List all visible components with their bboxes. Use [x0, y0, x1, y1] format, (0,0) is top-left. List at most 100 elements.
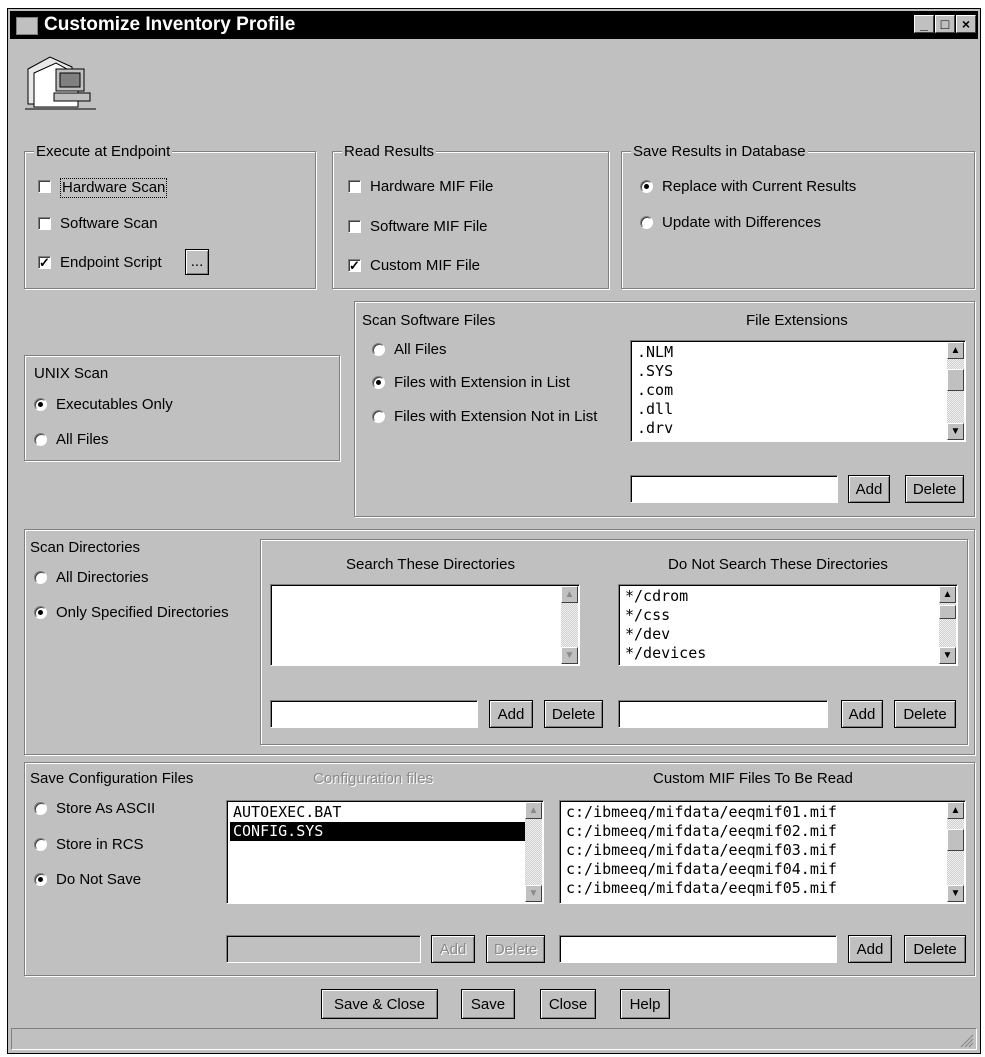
exclude-directory-item[interactable]: */cdrom — [622, 587, 709, 606]
add-extension-button[interactable]: Add — [848, 475, 890, 503]
endpoint-script-browse-button[interactable]: ... — [185, 249, 209, 275]
save-and-close-button[interactable]: Save & Close — [321, 989, 438, 1019]
replace-results-radio[interactable] — [640, 180, 653, 193]
save-results-title: Save Results in Database — [631, 143, 808, 160]
help-button[interactable]: Help — [620, 989, 670, 1019]
configuration-files-list[interactable]: AUTOEXEC.BAT CONFIG.SYS ▲ ▼ — [226, 800, 544, 904]
exclude-directory-item[interactable]: */css — [622, 606, 709, 625]
read-results-title: Read Results — [342, 143, 437, 160]
hardware-mif-label[interactable]: Hardware MIF File — [370, 178, 493, 196]
file-extensions-list[interactable]: .NLM .SYS .com .dll .drv ▲ ▼ — [630, 340, 966, 442]
update-differences-label[interactable]: Update with Differences — [662, 214, 821, 232]
resize-grip-icon[interactable] — [958, 1032, 974, 1048]
store-in-rcs-label[interactable]: Store in RCS — [56, 836, 144, 854]
save-button[interactable]: Save — [461, 989, 515, 1019]
custom-mif-file-input[interactable] — [559, 935, 837, 963]
scroll-up-arrow-icon[interactable]: ▲ — [947, 802, 964, 819]
software-mif-checkbox[interactable] — [348, 220, 361, 233]
custom-mif-files-scrollbar[interactable]: ▲ ▼ — [947, 802, 964, 902]
search-directory-input[interactable] — [270, 700, 478, 728]
update-differences-radio[interactable] — [640, 216, 653, 229]
close-window-button[interactable]: × — [956, 15, 976, 33]
unix-all-files-label[interactable]: All Files — [56, 431, 109, 449]
configuration-files-scrollbar[interactable]: ▲ ▼ — [525, 802, 542, 902]
delete-search-directory-button[interactable]: Delete — [544, 700, 603, 728]
do-not-save-radio[interactable] — [34, 873, 47, 886]
replace-results-label[interactable]: Replace with Current Results — [662, 178, 856, 196]
exclude-directory-input[interactable] — [618, 700, 828, 728]
exclude-directories-list[interactable]: */cdrom */css */dev */devices ▲ ▼ — [618, 584, 958, 666]
extension-list-item[interactable]: .drv — [634, 419, 676, 438]
file-extensions-scrollbar[interactable]: ▲ ▼ — [947, 342, 964, 440]
exclude-directory-item[interactable]: */devices — [622, 644, 709, 663]
delete-extension-button[interactable]: Delete — [905, 475, 964, 503]
custom-mif-file-item[interactable]: c:/ibmeeq/mifdata/eeqmif03.mif — [563, 841, 840, 860]
software-scan-checkbox[interactable] — [38, 217, 51, 230]
all-directories-label[interactable]: All Directories — [56, 569, 149, 587]
extension-list-item[interactable]: .SYS — [634, 362, 676, 381]
store-in-rcs-radio[interactable] — [34, 838, 47, 851]
add-search-directory-button[interactable]: Add — [489, 700, 533, 728]
endpoint-script-checkbox[interactable]: ✓ — [38, 256, 51, 269]
scroll-thumb[interactable] — [939, 605, 956, 619]
software-scan-label[interactable]: Software Scan — [60, 215, 158, 233]
exclude-directory-item[interactable]: */dev — [622, 625, 709, 644]
scroll-down-arrow-icon[interactable]: ▼ — [947, 423, 964, 440]
all-directories-radio[interactable] — [34, 571, 47, 584]
store-as-ascii-radio[interactable] — [34, 802, 47, 815]
minimize-button[interactable]: _ — [914, 15, 934, 33]
search-directories-header: Search These Directories — [346, 556, 515, 573]
status-bar — [11, 1028, 977, 1050]
scroll-down-arrow-icon[interactable]: ▼ — [947, 885, 964, 902]
search-directories-list[interactable]: ▲ ▼ — [270, 584, 580, 666]
close-button[interactable]: Close — [540, 989, 596, 1019]
configuration-file-item[interactable]: AUTOEXEC.BAT — [230, 803, 526, 822]
delete-custom-mif-button[interactable]: Delete — [904, 935, 966, 963]
files-without-extension-label[interactable]: Files with Extension Not in List — [394, 408, 597, 426]
extension-list-item[interactable]: .dll — [634, 400, 676, 419]
scroll-up-arrow-icon[interactable]: ▲ — [939, 586, 956, 603]
custom-mif-file-item[interactable]: c:/ibmeeq/mifdata/eeqmif05.mif — [563, 879, 840, 898]
all-files-radio[interactable] — [372, 343, 385, 356]
store-as-ascii-label[interactable]: Store As ASCII — [56, 800, 155, 818]
title-bar[interactable]: Customize Inventory Profile _ □ × — [10, 11, 978, 39]
delete-exclude-directory-button[interactable]: Delete — [894, 700, 956, 728]
configuration-file-item[interactable]: CONFIG.SYS — [230, 822, 526, 841]
unix-all-files-radio[interactable] — [34, 433, 47, 446]
hardware-mif-checkbox[interactable] — [348, 180, 361, 193]
custom-mif-file-item[interactable]: c:/ibmeeq/mifdata/eeqmif04.mif — [563, 860, 840, 879]
do-not-save-label[interactable]: Do Not Save — [56, 871, 141, 889]
custom-mif-checkbox[interactable]: ✓ — [348, 259, 361, 272]
scan-directories-title: Scan Directories — [30, 539, 141, 556]
custom-mif-files-list[interactable]: c:/ibmeeq/mifdata/eeqmif01.mif c:/ibmeeq/… — [559, 800, 966, 904]
file-extension-input[interactable] — [630, 475, 838, 503]
all-files-label[interactable]: All Files — [394, 341, 447, 359]
maximize-button[interactable]: □ — [935, 15, 955, 33]
scroll-thumb[interactable] — [947, 829, 964, 851]
only-specified-directories-label[interactable]: Only Specified Directories — [56, 604, 229, 622]
scroll-up-arrow-icon[interactable]: ▲ — [947, 342, 964, 359]
hardware-scan-label[interactable]: Hardware Scan — [60, 178, 168, 198]
executables-only-label[interactable]: Executables Only — [56, 396, 173, 414]
search-directories-scrollbar[interactable]: ▲ ▼ — [561, 586, 578, 664]
executables-only-radio[interactable] — [34, 398, 47, 411]
extension-list-item[interactable]: .NLM — [634, 343, 676, 362]
add-custom-mif-button[interactable]: Add — [848, 935, 892, 963]
extension-list-item[interactable]: .com — [634, 381, 676, 400]
files-without-extension-radio[interactable] — [372, 410, 385, 423]
hardware-scan-checkbox[interactable] — [38, 180, 51, 193]
scroll-thumb[interactable] — [947, 369, 964, 391]
only-specified-directories-radio[interactable] — [34, 606, 47, 619]
exclude-directories-scrollbar[interactable]: ▲ ▼ — [939, 586, 956, 664]
file-extensions-header: File Extensions — [746, 312, 848, 329]
scroll-up-arrow-icon: ▲ — [525, 802, 542, 819]
endpoint-script-label[interactable]: Endpoint Script — [60, 254, 162, 272]
custom-mif-file-item[interactable]: c:/ibmeeq/mifdata/eeqmif02.mif — [563, 822, 840, 841]
software-mif-label[interactable]: Software MIF File — [370, 218, 488, 236]
files-with-extension-label[interactable]: Files with Extension in List — [394, 374, 570, 392]
custom-mif-file-item[interactable]: c:/ibmeeq/mifdata/eeqmif01.mif — [563, 803, 840, 822]
scroll-down-arrow-icon[interactable]: ▼ — [939, 647, 956, 664]
files-with-extension-radio[interactable] — [372, 376, 385, 389]
custom-mif-label[interactable]: Custom MIF File — [370, 257, 480, 275]
add-exclude-directory-button[interactable]: Add — [841, 700, 883, 728]
